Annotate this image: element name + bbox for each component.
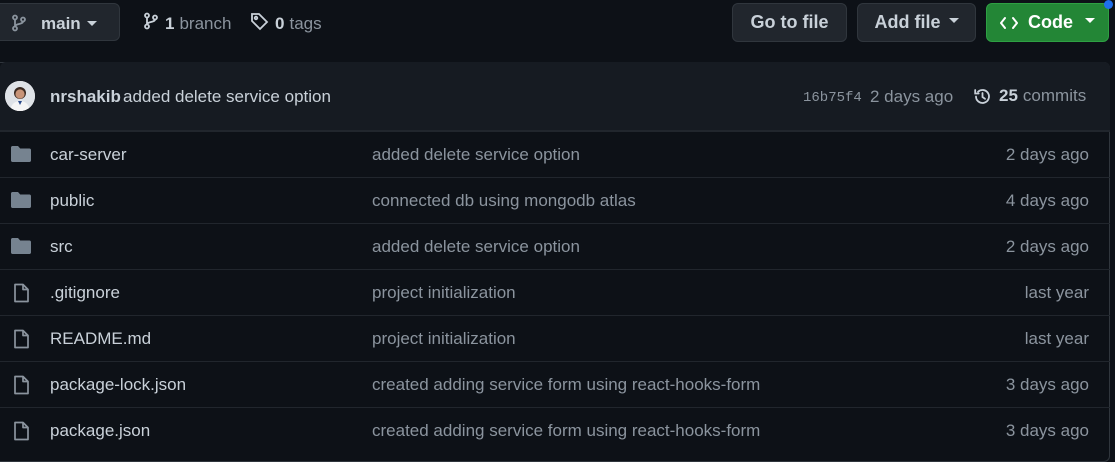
file-row[interactable]: README.md project initialization last ye… xyxy=(0,315,1110,361)
file-icon xyxy=(10,420,32,447)
file-commit-age: 3 days ago xyxy=(1005,421,1089,440)
tag-word: tags xyxy=(289,14,322,33)
chevron-down-icon xyxy=(948,18,959,23)
git-branch-icon xyxy=(143,12,159,35)
file-commit-message[interactable]: project initialization xyxy=(372,329,516,349)
code-button[interactable]: Code xyxy=(986,3,1109,42)
folder-icon xyxy=(10,236,32,261)
chevron-down-icon xyxy=(87,21,97,26)
notification-dot xyxy=(1104,0,1113,9)
branches-link[interactable]: 1 branch xyxy=(143,12,231,35)
tag-icon xyxy=(250,12,269,36)
file-row[interactable]: package-lock.json created adding service… xyxy=(0,361,1110,407)
branch-word: branch xyxy=(179,13,232,33)
commit-count: 25 xyxy=(999,86,1018,105)
file-name-link[interactable]: src xyxy=(50,237,73,257)
commit-author-link[interactable]: nrshakib xyxy=(50,87,121,107)
file-name-link[interactable]: package.json xyxy=(50,421,150,441)
code-label: Code xyxy=(1028,12,1073,32)
file-commit-message[interactable]: created adding service form using react-… xyxy=(372,421,760,441)
file-row[interactable]: .gitignore project initialization last y… xyxy=(0,269,1110,315)
avatar[interactable] xyxy=(5,81,35,111)
branch-name: main xyxy=(41,14,81,33)
latest-commit-bar: nrshakib added delete service option 16b… xyxy=(0,62,1110,131)
file-icon xyxy=(10,374,32,401)
file-name-link[interactable]: README.md xyxy=(50,329,151,349)
branch-count: 1 xyxy=(165,13,175,33)
repo-toolbar: main 1 branch 0 tags Go to file Add file… xyxy=(0,0,1115,46)
file-row[interactable]: src added delete service option 2 days a… xyxy=(0,223,1110,269)
add-file-label: Add file xyxy=(874,12,941,32)
commits-history-link[interactable]: 25 commits xyxy=(973,86,1086,106)
chevron-down-icon xyxy=(1085,18,1095,23)
branch-select-button[interactable]: main xyxy=(0,3,120,41)
file-commit-age: last year xyxy=(1024,329,1089,348)
file-name-link[interactable]: .gitignore xyxy=(50,283,120,303)
file-name-link[interactable]: package-lock.json xyxy=(50,375,186,395)
file-commit-message[interactable]: created adding service form using react-… xyxy=(372,375,760,395)
file-commit-message[interactable]: project initialization xyxy=(372,283,516,303)
file-commit-age: 2 days ago xyxy=(1005,237,1089,256)
file-commit-message[interactable]: connected db using mongodb atlas xyxy=(372,191,636,211)
file-icon xyxy=(10,282,32,309)
code-icon xyxy=(1000,16,1018,30)
file-row[interactable]: public connected db using mongodb atlas … xyxy=(0,177,1110,223)
file-commit-age: 4 days ago xyxy=(1005,191,1089,210)
file-commit-message[interactable]: added delete service option xyxy=(372,145,580,165)
commit-sha-link[interactable]: 16b75f4 xyxy=(803,90,862,106)
file-icon xyxy=(10,328,32,355)
commit-word: commits xyxy=(1022,86,1087,105)
folder-icon xyxy=(10,190,32,215)
file-commit-age: 3 days ago xyxy=(1005,375,1089,394)
add-file-button[interactable]: Add file xyxy=(857,3,976,42)
file-row[interactable]: car-server added delete service option 2… xyxy=(0,131,1110,177)
history-icon xyxy=(973,87,992,106)
folder-icon xyxy=(10,144,32,169)
tags-link[interactable]: 0 tags xyxy=(250,12,322,36)
go-to-file-button[interactable]: Go to file xyxy=(732,3,847,42)
file-name-link[interactable]: public xyxy=(50,191,94,211)
go-to-file-label: Go to file xyxy=(750,12,829,32)
commit-message-link[interactable]: added delete service option xyxy=(123,87,331,107)
git-branch-icon xyxy=(11,14,27,37)
file-commit-age: last year xyxy=(1024,283,1089,302)
file-commit-message[interactable]: added delete service option xyxy=(372,237,580,257)
commit-time: 2 days ago xyxy=(870,87,954,106)
file-commit-age: 2 days ago xyxy=(1005,145,1089,164)
file-row[interactable]: package.json created adding service form… xyxy=(0,407,1110,453)
file-name-link[interactable]: car-server xyxy=(50,145,127,165)
tag-count: 0 xyxy=(275,14,285,33)
